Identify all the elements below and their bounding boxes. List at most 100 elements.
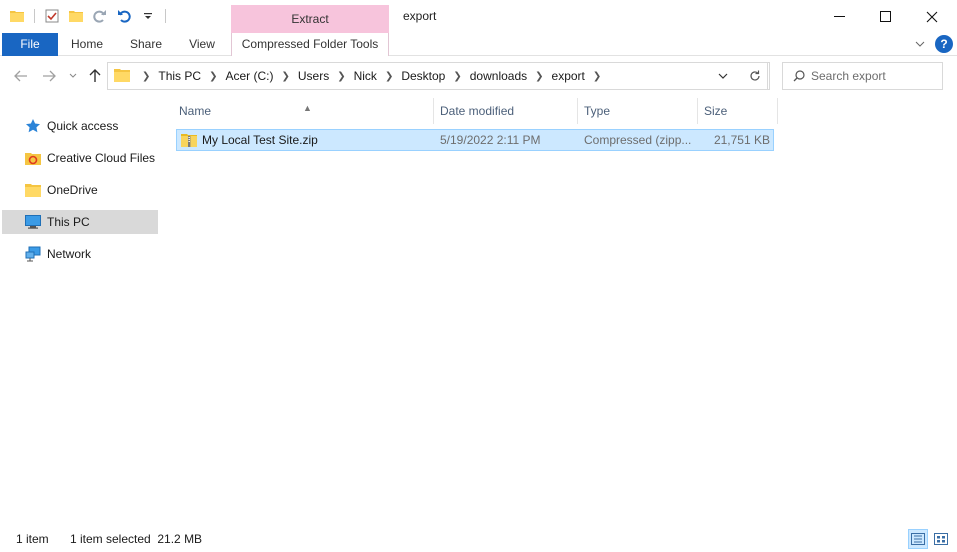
breadcrumb-separator[interactable]: ❯ (281, 71, 289, 82)
details-view-icon (911, 533, 925, 545)
column-header-size[interactable]: Size (698, 98, 778, 124)
forward-button[interactable] (40, 67, 58, 85)
undo-icon[interactable] (115, 7, 133, 25)
address-history-button[interactable] (709, 63, 737, 89)
status-item-count: 1 item (16, 532, 49, 546)
close-icon (926, 11, 938, 22)
network-icon (24, 245, 42, 263)
creative-cloud-icon (24, 149, 42, 167)
back-button[interactable] (12, 67, 30, 85)
nav-item-network[interactable]: Network (2, 242, 158, 266)
search-input[interactable] (811, 69, 931, 83)
nav-item-label: OneDrive (47, 183, 98, 197)
breadcrumb-users[interactable]: Users (298, 69, 329, 83)
nav-item-this-pc[interactable]: This PC (2, 210, 158, 234)
redo-icon[interactable] (91, 7, 109, 25)
status-bar: 1 item 1 item selected 21.2 MB (0, 526, 957, 552)
column-header-label: Type (584, 104, 611, 118)
arrow-left-icon (14, 70, 27, 82)
breadcrumb-desktop[interactable]: Desktop (401, 69, 445, 83)
breadcrumb-export[interactable]: export (552, 69, 585, 83)
minimize-icon (834, 15, 845, 17)
title-bar: Extract export (0, 0, 957, 33)
arrow-right-icon (43, 70, 56, 82)
breadcrumb-downloads[interactable]: downloads (470, 69, 527, 83)
tab-view[interactable]: View (178, 33, 226, 56)
help-button[interactable]: ? (935, 35, 953, 53)
file-size: 21,751 KB (713, 133, 770, 147)
tab-file[interactable]: File (2, 33, 58, 56)
breadcrumb-nick[interactable]: Nick (354, 69, 377, 83)
tab-home[interactable]: Home (62, 33, 112, 56)
chevron-down-icon (915, 41, 925, 47)
recent-locations-button[interactable] (64, 67, 82, 85)
star-icon (24, 117, 42, 135)
breadcrumb-separator[interactable]: ❯ (209, 71, 217, 82)
close-button[interactable] (909, 0, 955, 33)
chevron-down-icon (718, 73, 728, 79)
nav-item-label: This PC (47, 215, 90, 229)
table-row[interactable]: My Local Test Site.zip 5/19/2022 2:11 PM… (176, 129, 774, 151)
address-bar[interactable]: ❯ This PC ❯ Acer (C:) ❯ Users ❯ Nick ❯ D… (107, 62, 768, 90)
maximize-icon (880, 10, 891, 22)
maximize-button[interactable] (863, 0, 909, 33)
customize-toolbar-icon[interactable] (139, 7, 157, 25)
file-name-cell: My Local Test Site.zip (181, 130, 318, 150)
breadcrumb-separator[interactable]: ❯ (593, 71, 601, 82)
nav-item-label: Quick access (47, 119, 119, 133)
file-name: My Local Test Site.zip (202, 133, 318, 147)
search-box[interactable] (782, 62, 943, 90)
new-folder-icon[interactable] (67, 7, 85, 25)
ribbon-tabs: File Home Share View Compressed Folder T… (0, 33, 957, 56)
navigation-pane: Quick access Creative Cloud Files OneDri… (0, 96, 160, 526)
ribbon-right-controls: ? (913, 35, 953, 53)
folder-icon (24, 181, 42, 199)
nav-item-label: Network (47, 247, 92, 261)
address-row: ❯ This PC ❯ Acer (C:) ❯ Users ❯ Nick ❯ D… (0, 56, 957, 96)
chevron-down-icon (69, 73, 77, 78)
toolbar-separator (34, 9, 35, 23)
nav-item-onedrive[interactable]: OneDrive (2, 178, 158, 202)
file-date: 5/19/2022 2:11 PM (440, 133, 541, 147)
refresh-icon (749, 70, 760, 81)
window-title: export (403, 9, 437, 23)
file-list: Name ▲ Date modified Type Size My Local … (170, 96, 957, 526)
minimize-button[interactable] (817, 0, 863, 33)
breadcrumb-separator[interactable]: ❯ (337, 71, 345, 82)
breadcrumb-acer-c[interactable]: Acer (C:) (225, 69, 273, 83)
status-selection: 1 item selected 21.2 MB (70, 532, 203, 546)
up-button[interactable] (86, 67, 104, 85)
extract-context-header: Extract (231, 5, 389, 33)
sort-ascending-icon: ▲ (303, 103, 312, 113)
refresh-button[interactable] (740, 62, 770, 90)
details-view-button[interactable] (908, 529, 928, 549)
properties-icon[interactable] (43, 7, 61, 25)
arrow-up-icon (89, 69, 101, 82)
breadcrumb-separator[interactable]: ❯ (453, 71, 461, 82)
toolbar-separator (165, 9, 166, 23)
breadcrumb-separator[interactable]: ❯ (535, 71, 543, 82)
monitor-icon (24, 213, 42, 231)
column-header-date-modified[interactable]: Date modified (434, 98, 578, 124)
quick-access-toolbar (8, 6, 168, 26)
folder-icon (114, 68, 130, 85)
large-icons-view-icon (934, 533, 948, 545)
expand-ribbon-button[interactable] (913, 37, 927, 51)
file-type: Compressed (zipp... (584, 133, 692, 147)
zip-folder-icon (181, 132, 197, 148)
folder-icon[interactable] (8, 7, 26, 25)
breadcrumb-this-pc[interactable]: This PC (158, 69, 201, 83)
large-icons-view-button[interactable] (931, 529, 951, 549)
tab-share[interactable]: Share (120, 33, 172, 56)
nav-item-creative-cloud-files[interactable]: Creative Cloud Files (2, 146, 158, 170)
column-header-label: Name (179, 104, 212, 118)
search-icon (793, 70, 805, 82)
column-header-label: Date modified (440, 104, 515, 118)
breadcrumb-separator[interactable]: ❯ (142, 71, 150, 82)
column-header-type[interactable]: Type (578, 98, 698, 124)
tab-compressed-folder-tools[interactable]: Compressed Folder Tools (231, 33, 389, 56)
nav-item-label: Creative Cloud Files (47, 151, 156, 165)
nav-item-quick-access[interactable]: Quick access (2, 114, 158, 138)
breadcrumb-separator[interactable]: ❯ (385, 71, 393, 82)
column-header-name[interactable]: Name ▲ (173, 98, 434, 124)
